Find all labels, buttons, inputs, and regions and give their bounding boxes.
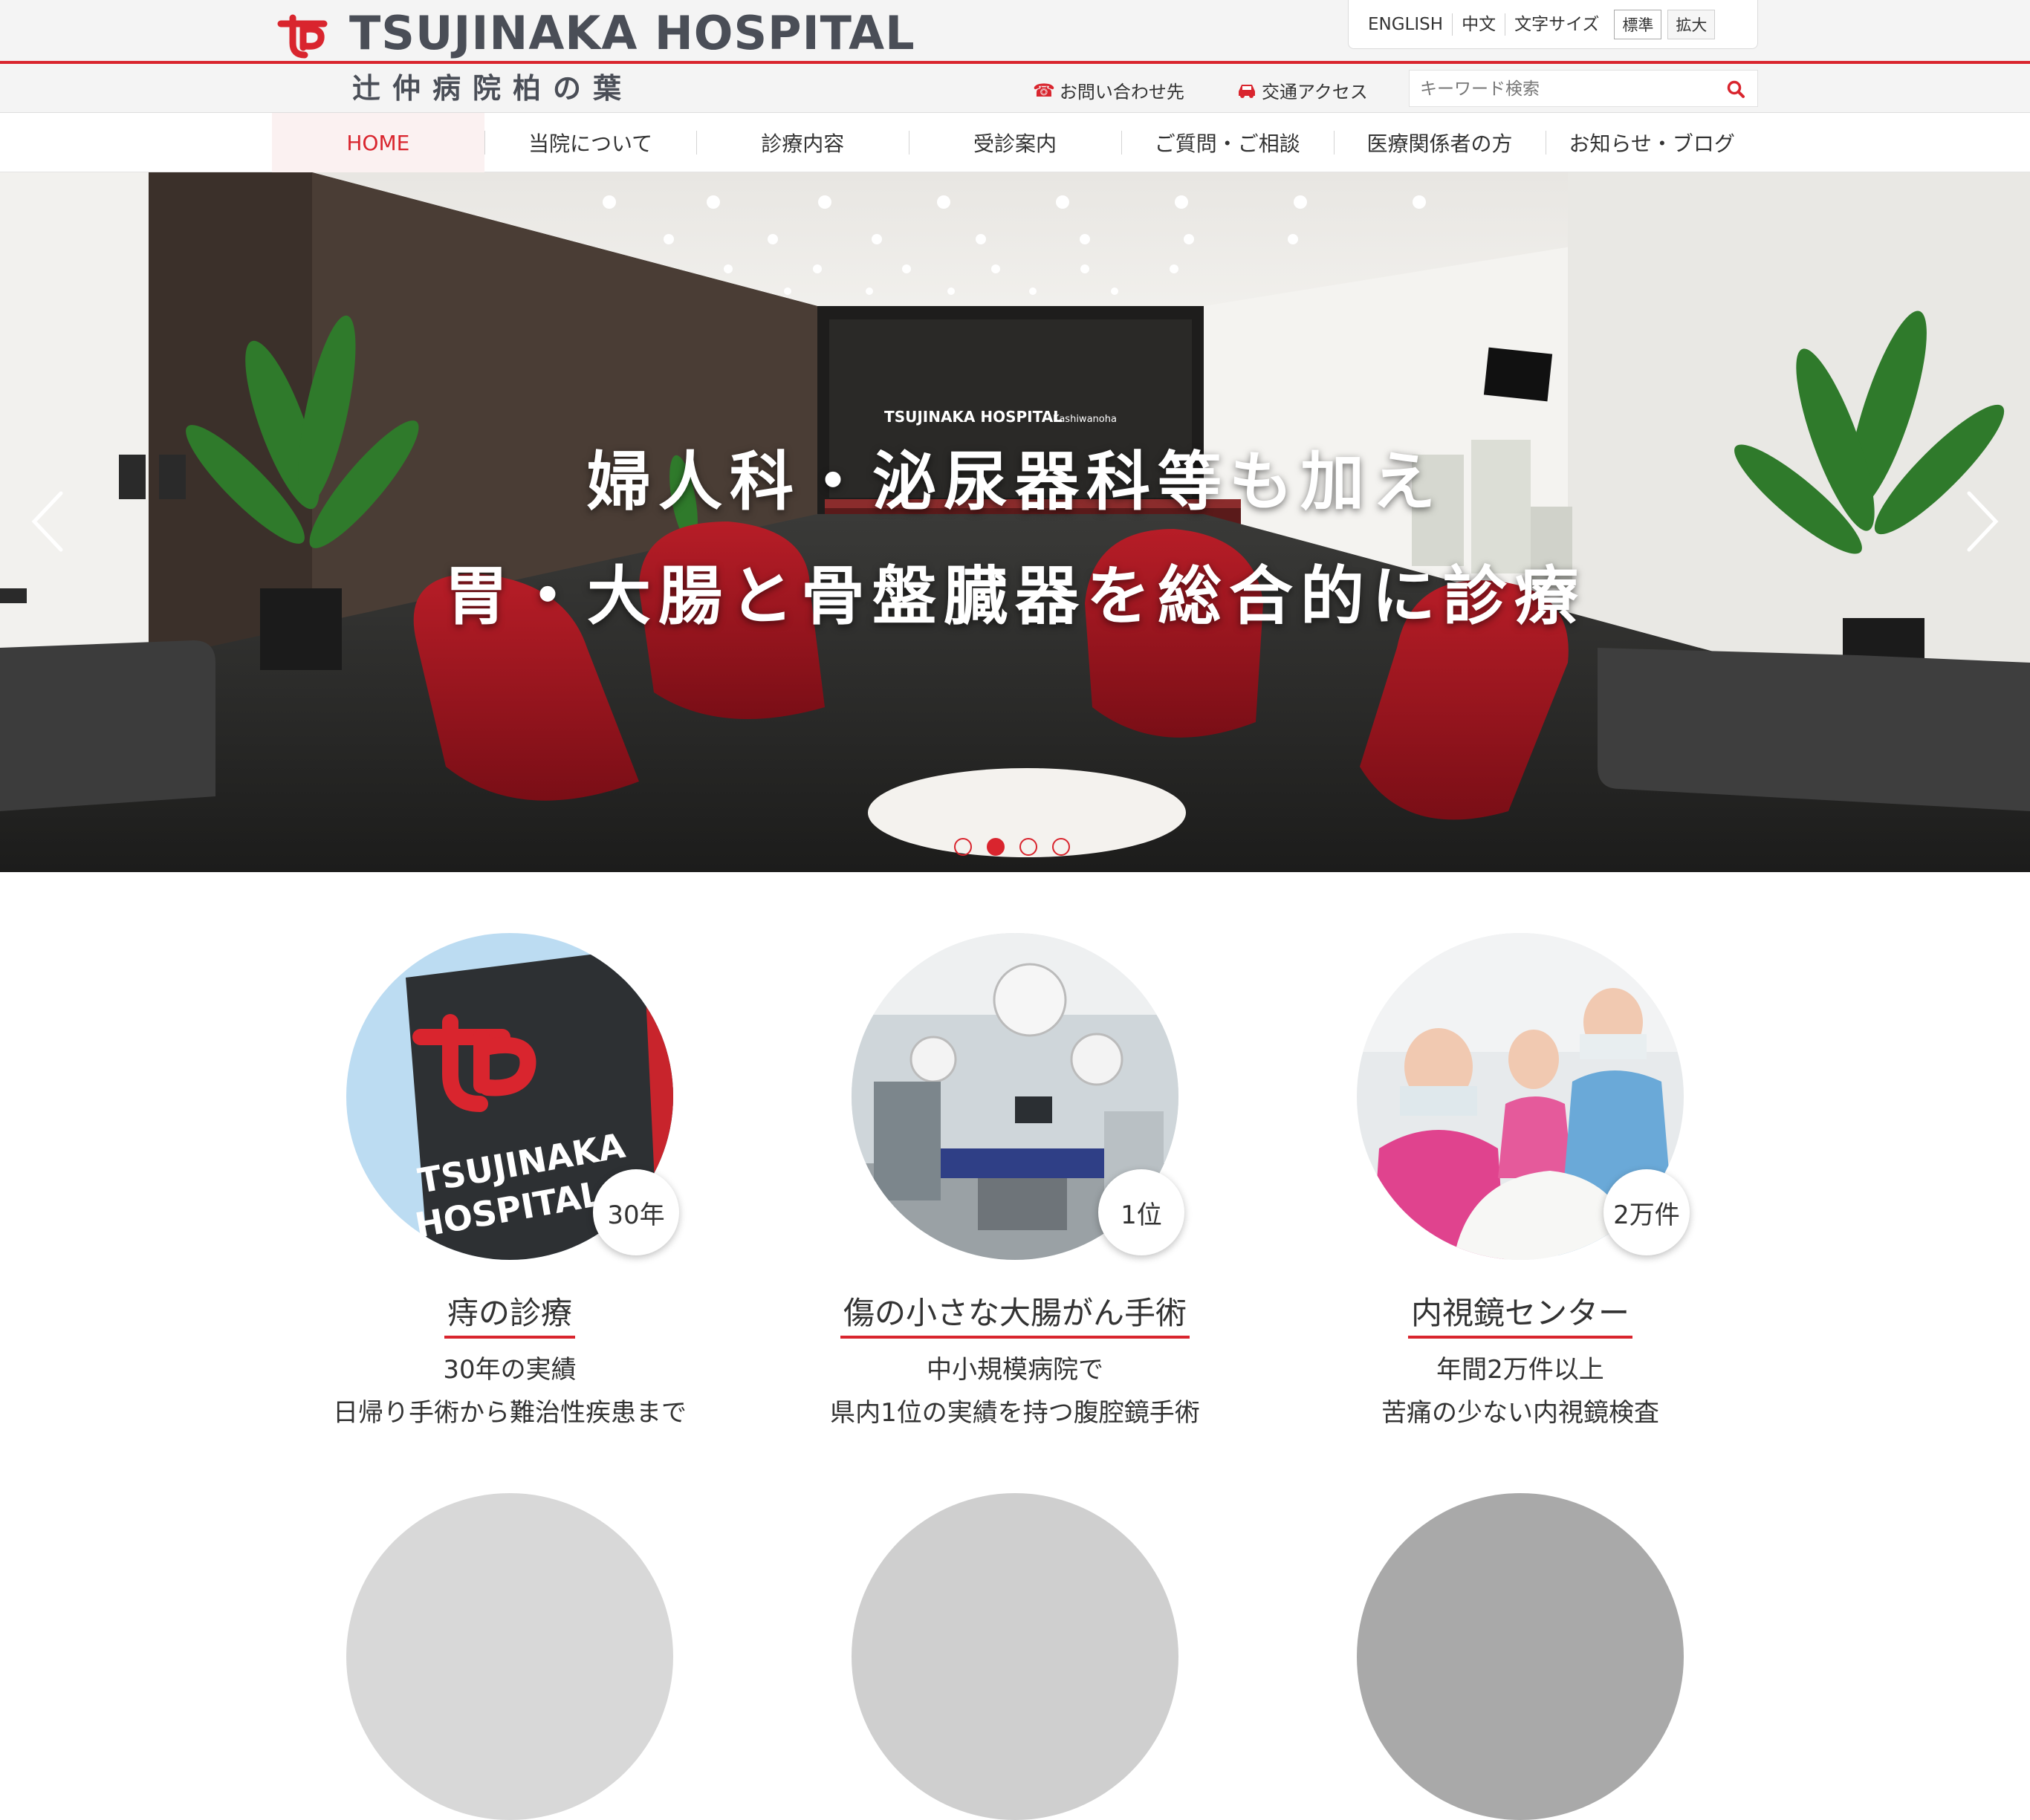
access-link[interactable]: 交通アクセス: [1236, 77, 1368, 103]
hero-headline-2: 胃・大腸と骨盤臓器を総合的に診療: [444, 559, 1586, 634]
contact-link[interactable]: ☎ お問い合わせ先: [1033, 77, 1184, 103]
feature-title-text[interactable]: 痔の診療: [444, 1295, 575, 1339]
nav-item-home[interactable]: HOME: [272, 113, 484, 172]
slide-dot-2[interactable]: [987, 838, 1005, 856]
hero-sign-subtext: Kashiwanoha: [1053, 414, 1117, 425]
feature-title: 痔の診療: [272, 1288, 748, 1339]
font-size-normal-button[interactable]: 標準: [1614, 9, 1662, 39]
hero-headline-1: 婦人科・泌尿器科等も加え: [587, 445, 1443, 519]
prev-slide-arrow-icon[interactable]: [25, 484, 70, 559]
next-slide-arrow-icon[interactable]: [1960, 484, 2005, 559]
font-size-label: 文字サイズ: [1514, 14, 1600, 34]
feature-title-text[interactable]: 内視鏡センター: [1407, 1295, 1632, 1339]
feature-desc-2: 日帰り手術から難治性疾患まで: [333, 1398, 687, 1428]
logo-text-en[interactable]: TSUJINAKA HOSPITAL: [349, 6, 915, 60]
english-link[interactable]: ENGLISH: [1359, 13, 1453, 36]
nav-item-visit-guide[interactable]: 受診案内: [909, 113, 1121, 172]
search-icon[interactable]: [1726, 79, 1745, 99]
contact-label: お問い合わせ先: [1059, 82, 1184, 103]
feature-image-peek[interactable]: [852, 1493, 1178, 1820]
nav-item-faq[interactable]: ご質問・ご相談: [1121, 113, 1334, 172]
hero-slider: TSUJINAKA HOSPITAL Kashiwanoha 婦人科・泌尿器科等…: [0, 172, 2030, 872]
feature-desc-2: 苦痛の少ない内視鏡検査: [1381, 1398, 1659, 1428]
car-icon: [1239, 84, 1255, 98]
main-nav: HOME 当院について 診療内容 受診案内 ご質問・ご相談 医療関係者の方 お知…: [0, 113, 2030, 172]
feature-desc-1: 年間2万件以上: [1436, 1355, 1604, 1385]
nav-item-news-blog[interactable]: お知らせ・ブログ: [1546, 113, 1758, 172]
feature-badge: 30年: [593, 1169, 679, 1255]
utility-bar: ENGLISH 中文 文字サイズ 標準 拡大: [1348, 0, 1758, 49]
feature-desc-1: 中小規模病院で: [927, 1355, 1103, 1385]
feature-image-peek[interactable]: [1357, 1493, 1684, 1820]
feature-badge: 1位: [1098, 1169, 1184, 1255]
font-size-large-button[interactable]: 拡大: [1667, 9, 1716, 39]
feature-image-peek[interactable]: [346, 1493, 673, 1820]
nav-item-about[interactable]: 当院について: [484, 113, 697, 172]
phone-icon: ☎: [1033, 79, 1055, 101]
search-box: [1409, 70, 1758, 107]
chinese-link[interactable]: 中文: [1453, 13, 1506, 36]
hospital-logo-icon[interactable]: [276, 13, 328, 59]
feature-title: 内視鏡センター: [1282, 1288, 1758, 1339]
slide-dot-3[interactable]: [1019, 838, 1037, 856]
hero-sign-text: TSUJINAKA HOSPITAL: [884, 408, 1063, 426]
feature-desc-1: 30年の実績: [443, 1355, 577, 1385]
slide-dot-1[interactable]: [954, 838, 972, 856]
feature-title-text[interactable]: 傷の小さな大腸がん手術: [840, 1295, 1190, 1339]
nav-item-medical-professionals[interactable]: 医療関係者の方: [1333, 113, 1546, 172]
access-label: 交通アクセス: [1262, 82, 1368, 103]
feature-title: 傷の小さな大腸がん手術: [777, 1288, 1253, 1339]
feature-badge: 2万件: [1603, 1169, 1690, 1255]
slide-dot-4[interactable]: [1052, 838, 1070, 856]
slider-dots: [954, 838, 1070, 856]
search-input[interactable]: [1420, 77, 1717, 102]
hero-lobby-image: TSUJINAKA HOSPITAL Kashiwanoha: [0, 172, 2030, 872]
logo-text-jp[interactable]: 辻仲病院柏の葉: [352, 65, 633, 106]
feature-desc-2: 県内1位の実績を持つ腹腔鏡手術: [830, 1398, 1200, 1428]
nav-item-departments[interactable]: 診療内容: [696, 113, 909, 172]
